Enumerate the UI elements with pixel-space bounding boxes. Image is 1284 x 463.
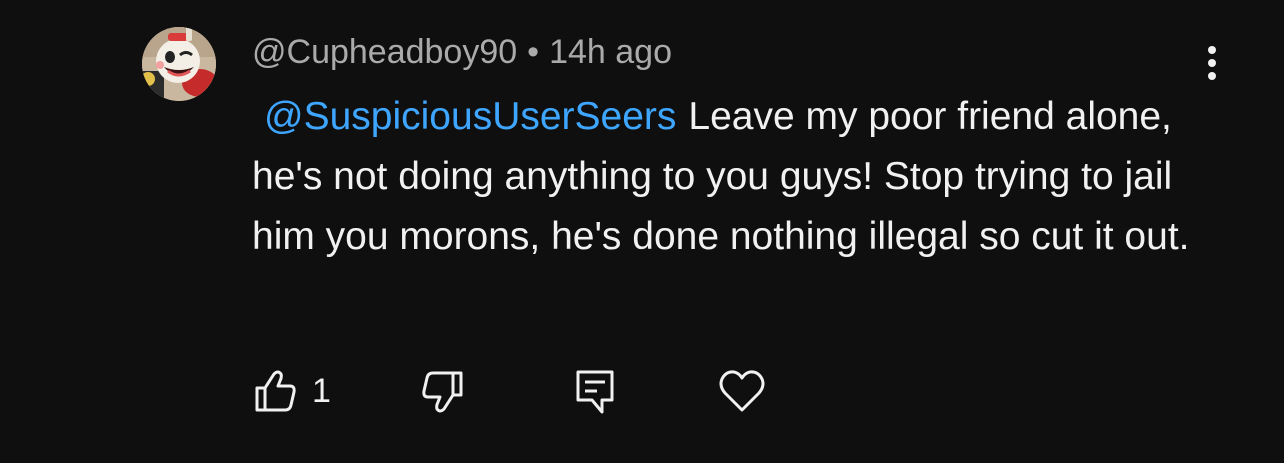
like-count: 1 [312, 371, 331, 410]
avatar[interactable] [142, 27, 216, 101]
more-vert-icon [1208, 46, 1216, 54]
more-vert-icon-dot-2 [1208, 59, 1216, 67]
heart-button[interactable] [718, 366, 766, 416]
comment-timestamp[interactable]: 14h ago [549, 33, 672, 71]
cuphead-avatar-icon [142, 27, 216, 101]
thumbs-down-icon [422, 371, 463, 413]
more-vert-icon-dot-3 [1208, 72, 1216, 80]
meta-separator: • [527, 33, 540, 71]
mention-link[interactable]: @SuspiciousUserSeers [264, 95, 676, 138]
like-button[interactable]: 1 [252, 366, 331, 416]
comment-header: @Cupheadboy90 • 14h ago [252, 32, 672, 72]
reply-comment-icon [576, 370, 614, 414]
author-name[interactable]: @Cupheadboy90 [252, 33, 517, 71]
thumbs-up-icon [255, 370, 296, 412]
reply-button[interactable] [572, 366, 618, 416]
heart-icon [719, 370, 765, 412]
comment-body: @SuspiciousUserSeers Leave my poor friend… [252, 87, 1202, 267]
comment-menu-button[interactable] [1192, 40, 1232, 86]
comment-thread-item: @Cupheadboy90 • 14h ago @SuspiciousUserSee… [0, 0, 1284, 463]
dislike-button[interactable] [420, 366, 466, 416]
